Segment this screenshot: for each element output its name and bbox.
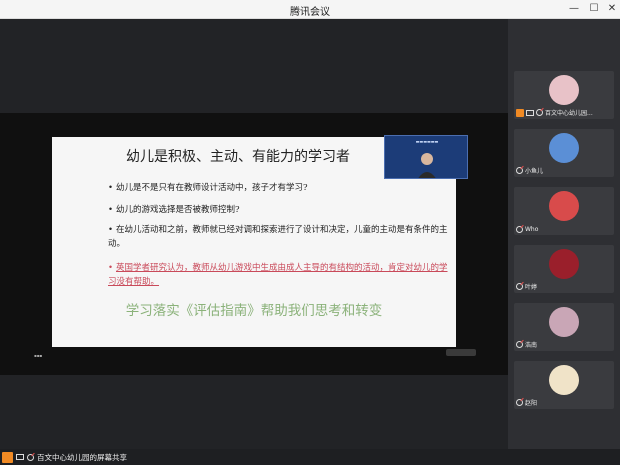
window-title: 腾讯会议: [290, 7, 330, 18]
share-status[interactable]: 百文中心幼儿园的屏幕共享: [2, 451, 127, 463]
title-bar: 腾讯会议 — ☐ ✕: [0, 0, 620, 19]
mic-muted-icon: [516, 399, 523, 406]
share-control-strip[interactable]: [446, 349, 476, 356]
participant-name: 赵阳: [525, 400, 538, 407]
bottom-status-bar: 百文中心幼儿园的屏幕共享: [0, 449, 620, 465]
mic-muted-icon: [516, 283, 523, 290]
mic-muted-icon: [516, 341, 523, 348]
slide-title: 幼儿是积极、主动、有能力的学习者: [126, 149, 350, 165]
presenter-video[interactable]: ▬▬▬▬▬▬: [384, 135, 468, 179]
screen-share-area: 幼儿是积极、主动、有能力的学习者 • 幼儿是不是只有在教师设计活动中，孩子才有学习…: [0, 113, 508, 375]
participant-tile[interactable]: 赵阳: [514, 361, 614, 409]
slide-bullet: • 幼儿的游戏选择是否被教师控制?: [108, 205, 240, 215]
participant-name: 叶婷: [525, 284, 538, 291]
cartoon-girl-icon: [549, 75, 579, 105]
screen-share-icon: [526, 109, 534, 116]
participant-tile[interactable]: 小鱼儿: [514, 129, 614, 177]
main-stage: 幼儿是积极、主动、有能力的学习者 • 幼儿是不是只有在教师设计活动中，孩子才有学习…: [0, 19, 508, 449]
family-cartoon-icon: [549, 365, 579, 395]
slide-bullet-highlight: • 英国学者研究认为，教师从幼儿游戏中生成由成人主导的有结构的活动，肯定对幼儿的学…: [108, 263, 448, 287]
mic-muted-icon: [536, 109, 543, 116]
participant-sidebar: 百文中心幼儿园... 小鱼儿 Who 叶婷 浩南 赵阳: [508, 19, 620, 449]
slide-bullet: • 幼儿是不是只有在教师设计活动中，孩子才有学习?: [108, 183, 308, 193]
minimize-button[interactable]: —: [566, 1, 582, 17]
mic-muted-icon: [27, 453, 34, 461]
slide-bullet: • 在幼儿活动和之前，教师就已经对调和探索进行了设计和决定，儿童的主动是有条件的主…: [108, 225, 448, 249]
mic-muted-icon: [516, 167, 523, 174]
rabbit-icon: [549, 133, 579, 163]
mic-muted-icon: [516, 226, 523, 233]
presenter-person-icon: [418, 153, 436, 178]
host-icon: [516, 108, 524, 117]
participant-name: 百文中心幼儿园...: [545, 110, 593, 117]
red-avatar-icon: [549, 191, 579, 221]
participant-tile[interactable]: Who: [514, 187, 614, 235]
participant-tile[interactable]: 叶婷: [514, 245, 614, 293]
video-banner-decoration: ▬▬▬▬▬▬: [415, 139, 439, 144]
children-photo-icon: [549, 307, 579, 337]
slide-footer: 学习落实《评估指南》帮助我们思考和转变: [125, 303, 383, 319]
close-button[interactable]: ✕: [604, 1, 620, 17]
participant-name: 小鱼儿: [525, 168, 544, 175]
maximize-button[interactable]: ☐: [586, 1, 602, 17]
participant-name: 浩南: [525, 342, 538, 349]
meeting-window: 腾讯会议 — ☐ ✕ 幼儿是积极、主动、有能力的学习者 • 幼儿是不是只有在教师设…: [0, 0, 620, 465]
participant-name: Who: [525, 226, 539, 233]
participant-tile[interactable]: 浩南: [514, 303, 614, 351]
slide-logo: ▪▪▪: [34, 353, 43, 358]
flower-avatar-icon: [549, 249, 579, 279]
screen-share-icon: [16, 454, 24, 460]
participant-tile[interactable]: 百文中心幼儿园...: [514, 71, 614, 119]
share-label: 百文中心幼儿园的屏幕共享: [37, 452, 127, 462]
host-icon: [2, 451, 13, 463]
